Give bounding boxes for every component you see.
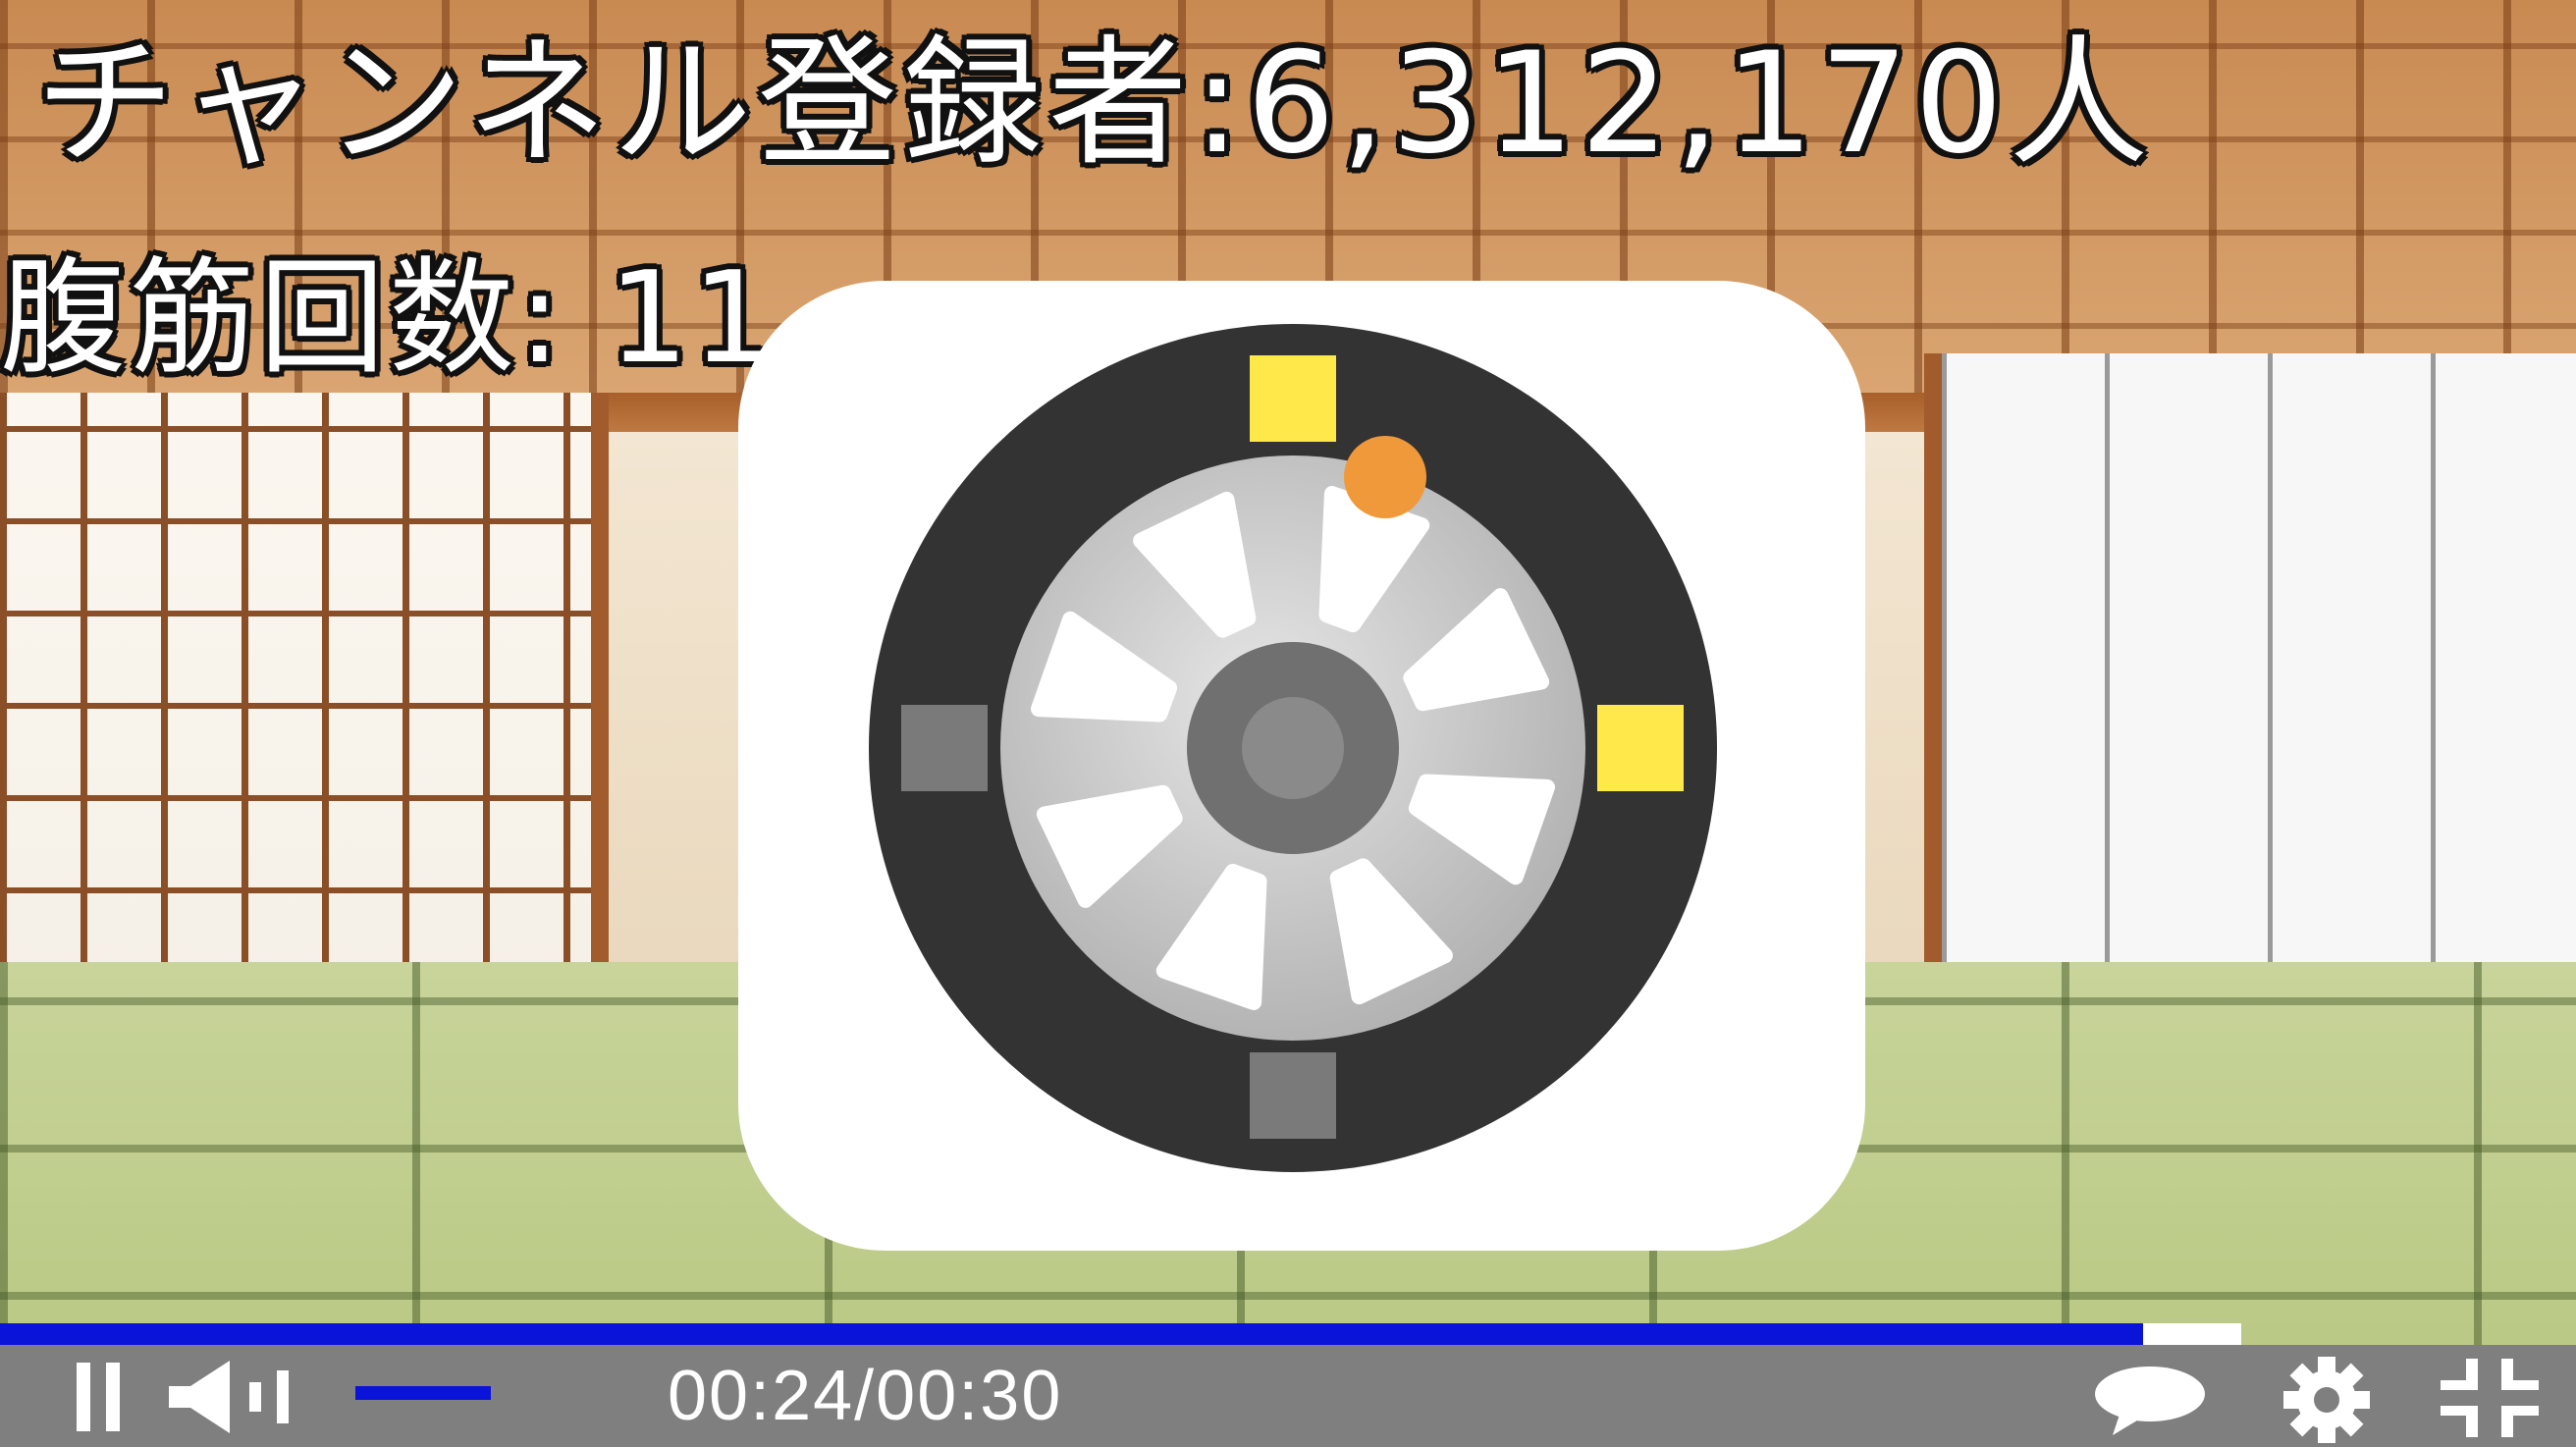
settings-button[interactable] <box>2278 1355 2376 1447</box>
situp-count: 腹筋回数: 11 <box>0 245 777 392</box>
player-controls: 00:24/00:30 <box>0 1345 2576 1447</box>
marker-right-active <box>1597 705 1684 791</box>
captions-icon <box>2095 1367 2205 1435</box>
hub-cap <box>1242 697 1344 799</box>
marker-bottom-inactive <box>1250 1052 1336 1139</box>
exit-fullscreen-icon <box>2441 1359 2539 1437</box>
progress-buffer <box>2143 1323 2241 1345</box>
marker-left-inactive <box>901 705 988 791</box>
volume-icon <box>169 1361 289 1433</box>
subscriber-count: チャンネル登録者:6,312,170人 <box>35 23 2155 185</box>
marker-top-active <box>1250 355 1336 442</box>
gear-icon <box>2283 1357 2370 1443</box>
video-progress-bar[interactable] <box>0 1323 2576 1345</box>
volume-slider-fill <box>355 1386 492 1400</box>
pause-button[interactable] <box>77 1363 120 1431</box>
progress-fill <box>0 1323 2144 1345</box>
pause-icon-bar <box>106 1363 120 1431</box>
time-display: 00:24/00:30 <box>668 1357 1063 1435</box>
captions-button[interactable] <box>2093 1365 2207 1435</box>
orange-ball <box>1344 436 1426 518</box>
volume-button[interactable] <box>169 1361 306 1433</box>
game-panel[interactable] <box>738 281 1865 1251</box>
tire-game-canvas[interactable] <box>738 281 1865 1251</box>
volume-slider[interactable] <box>355 1386 585 1400</box>
pause-icon <box>77 1363 90 1431</box>
exit-fullscreen-button[interactable] <box>2441 1359 2539 1437</box>
